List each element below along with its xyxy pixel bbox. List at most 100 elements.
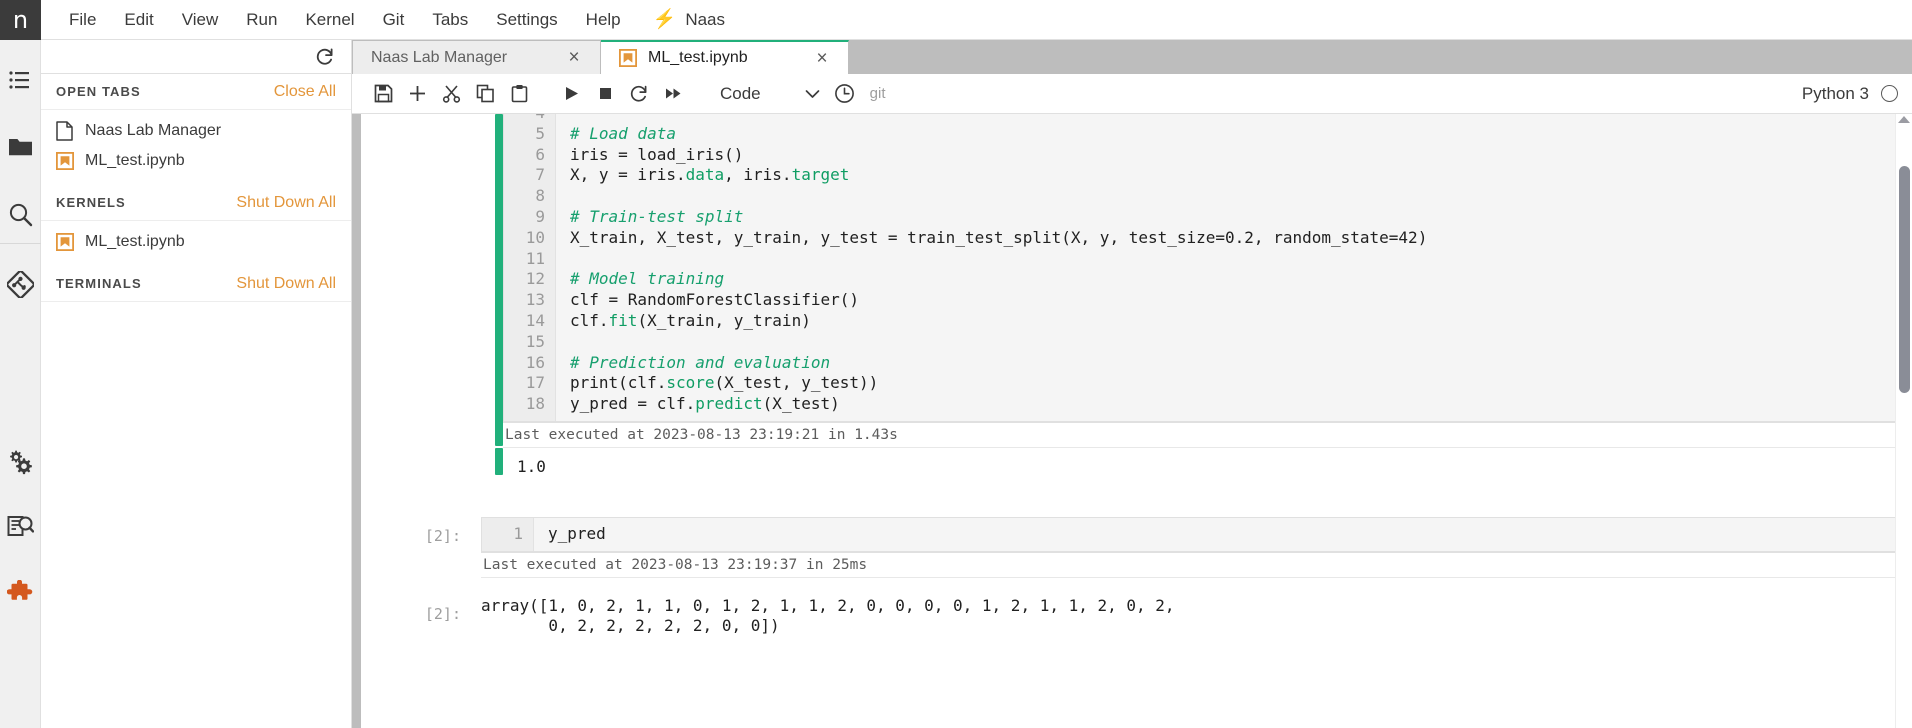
code-line: y_pred = clf.predict(X_test) <box>570 394 840 414</box>
menu-view[interactable]: View <box>168 0 233 40</box>
cell-2-prompt: [2]: <box>424 526 461 545</box>
section-terminals-list <box>41 302 351 311</box>
notebook-icon <box>619 49 637 67</box>
body-row: OPEN TABS Close All Naas Lab Manager ML_… <box>0 40 1912 728</box>
cell-2-output-gap <box>361 578 1895 596</box>
left-panel-toolbar <box>41 40 351 74</box>
cell-type-value: Code <box>720 83 761 103</box>
refresh-icon[interactable] <box>315 47 335 67</box>
cell-1-code[interactable]: # Load data iris = load_iris() X, y = iris… <box>556 114 1895 421</box>
notebook-left-gutter <box>352 114 361 728</box>
cell-1-prompt <box>361 114 473 448</box>
line-number: 12 <box>525 269 545 289</box>
running-gears-icon[interactable] <box>0 435 41 487</box>
tab-ml-test-ipynb[interactable]: ML_test.ipynb × <box>601 40 849 74</box>
cut-button[interactable] <box>434 78 468 110</box>
close-icon[interactable]: × <box>812 48 832 68</box>
stop-button[interactable] <box>588 78 622 110</box>
menu-file[interactable]: File <box>55 0 110 40</box>
restart-button[interactable] <box>622 78 656 110</box>
line-number: 7 <box>535 165 545 185</box>
cell-2-line-numbers: 1 <box>482 517 534 551</box>
line-number: 13 <box>525 290 545 310</box>
naas-logo-glyph: n <box>12 5 29 34</box>
code-line: iris = load_iris() <box>570 144 744 164</box>
scroll-up-arrow[interactable] <box>1898 116 1910 123</box>
code-line: # Model training <box>570 269 725 289</box>
cell-2-code[interactable]: y_pred <box>534 517 1895 551</box>
chevron-down-icon <box>805 89 820 99</box>
cell-1-input-area[interactable]: 456789101112131415161718 # Load datairis… <box>503 114 1895 422</box>
naas-logo[interactable]: n <box>0 0 41 40</box>
notebook-icon <box>56 152 74 170</box>
line-number: 1 <box>513 523 523 543</box>
close-icon[interactable]: × <box>564 48 584 68</box>
paste-button[interactable] <box>502 78 536 110</box>
copy-button[interactable] <box>468 78 502 110</box>
menu-tabs[interactable]: Tabs <box>418 0 482 40</box>
code-cell-2[interactable]: [2]: 1 y_pred Last executed at 2023-08-1… <box>361 516 1895 578</box>
line-number: 17 <box>525 373 545 393</box>
menu-git[interactable]: Git <box>369 0 419 40</box>
kernel-item-label: ML_test.ipynb <box>85 233 185 250</box>
notebook-scroll-area: 456789101112131415161718 # Load datairis… <box>352 114 1912 728</box>
code-line: clf.fit(X_train, y_train) <box>570 310 811 330</box>
cell-1-output-collapser[interactable] <box>495 447 503 475</box>
restart-run-all-button[interactable] <box>656 78 690 110</box>
vertical-scrollbar[interactable] <box>1895 114 1912 728</box>
shut-down-all-terminals-button[interactable]: Shut Down All <box>236 275 336 293</box>
main-area: Naas Lab Manager × ML_test.ipynb × Code … <box>352 40 1912 728</box>
section-terminals-header: TERMINALS Shut Down All <box>41 266 351 302</box>
menu-edit[interactable]: Edit <box>110 0 167 40</box>
scroll-thumb[interactable] <box>1899 166 1910 393</box>
shut-down-all-kernels-button[interactable]: Shut Down All <box>236 194 336 212</box>
menu-help[interactable]: Help <box>572 0 635 40</box>
extension-icon[interactable] <box>0 567 41 619</box>
kernel-item-ml-test[interactable]: ML_test.ipynb <box>41 227 351 257</box>
run-button[interactable] <box>554 78 588 110</box>
code-cell-1[interactable]: 456789101112131415161718 # Load datairis… <box>361 114 1895 448</box>
open-tab-label: Naas Lab Manager <box>85 122 222 139</box>
open-tab-item-ml-test[interactable]: ML_test.ipynb <box>41 146 351 176</box>
section-terminals-title: TERMINALS <box>56 276 142 291</box>
section-open-tabs-list: Naas Lab Manager ML_test.ipynb <box>41 110 351 185</box>
code-line: # Train-test split <box>570 206 744 226</box>
notebook-icon <box>56 233 74 251</box>
cell-1-output-body: 1.0 <box>503 448 1895 487</box>
search-icon[interactable] <box>0 186 41 244</box>
commands-icon[interactable] <box>0 54 41 106</box>
section-kernels-header: KERNELS Shut Down All <box>41 185 351 221</box>
save-button[interactable] <box>366 78 400 110</box>
cell-1-collapser[interactable] <box>495 114 503 446</box>
section-kernels-title: KERNELS <box>56 195 126 210</box>
menu-kernel[interactable]: Kernel <box>291 0 368 40</box>
property-inspector-icon[interactable] <box>0 501 41 553</box>
cell-1-output-row: 1.0 <box>361 447 1895 487</box>
clock-icon[interactable] <box>828 78 862 110</box>
menu-items: File Edit View Run Kernel Git Tabs Setti… <box>41 0 739 40</box>
folder-icon[interactable] <box>0 120 41 172</box>
section-kernels-list: ML_test.ipynb <box>41 221 351 266</box>
tab-naas-lab-manager[interactable]: Naas Lab Manager × <box>353 41 601 74</box>
line-number: 6 <box>535 144 545 164</box>
cell-1-line-numbers: 456789101112131415161718 <box>504 114 556 421</box>
cell-2-input-area[interactable]: 1 y_pred <box>481 516 1895 552</box>
kernel-name-label[interactable]: Python 3 <box>1802 84 1869 104</box>
notebook-content: 456789101112131415161718 # Load datairis… <box>361 114 1895 728</box>
section-open-tabs-title: OPEN TABS <box>56 84 141 99</box>
insert-cell-button[interactable] <box>400 78 434 110</box>
cell-gap <box>361 487 1895 517</box>
git-icon[interactable] <box>0 258 41 310</box>
tab-title: Naas Lab Manager <box>371 48 508 66</box>
cell-type-select[interactable]: Code <box>708 79 828 109</box>
open-tab-item-naas-lab-manager[interactable]: Naas Lab Manager <box>41 116 351 146</box>
git-status-label[interactable]: git <box>862 85 894 102</box>
menu-run[interactable]: Run <box>232 0 291 40</box>
menu-settings[interactable]: Settings <box>482 0 571 40</box>
toolbar-right-group: Python 3 <box>1802 84 1898 104</box>
code-line: # Load data <box>570 123 676 143</box>
menu-naas[interactable]: ⚡ Naas <box>635 0 739 40</box>
close-all-button[interactable]: Close All <box>274 83 336 101</box>
tab-title: ML_test.ipynb <box>648 49 748 66</box>
